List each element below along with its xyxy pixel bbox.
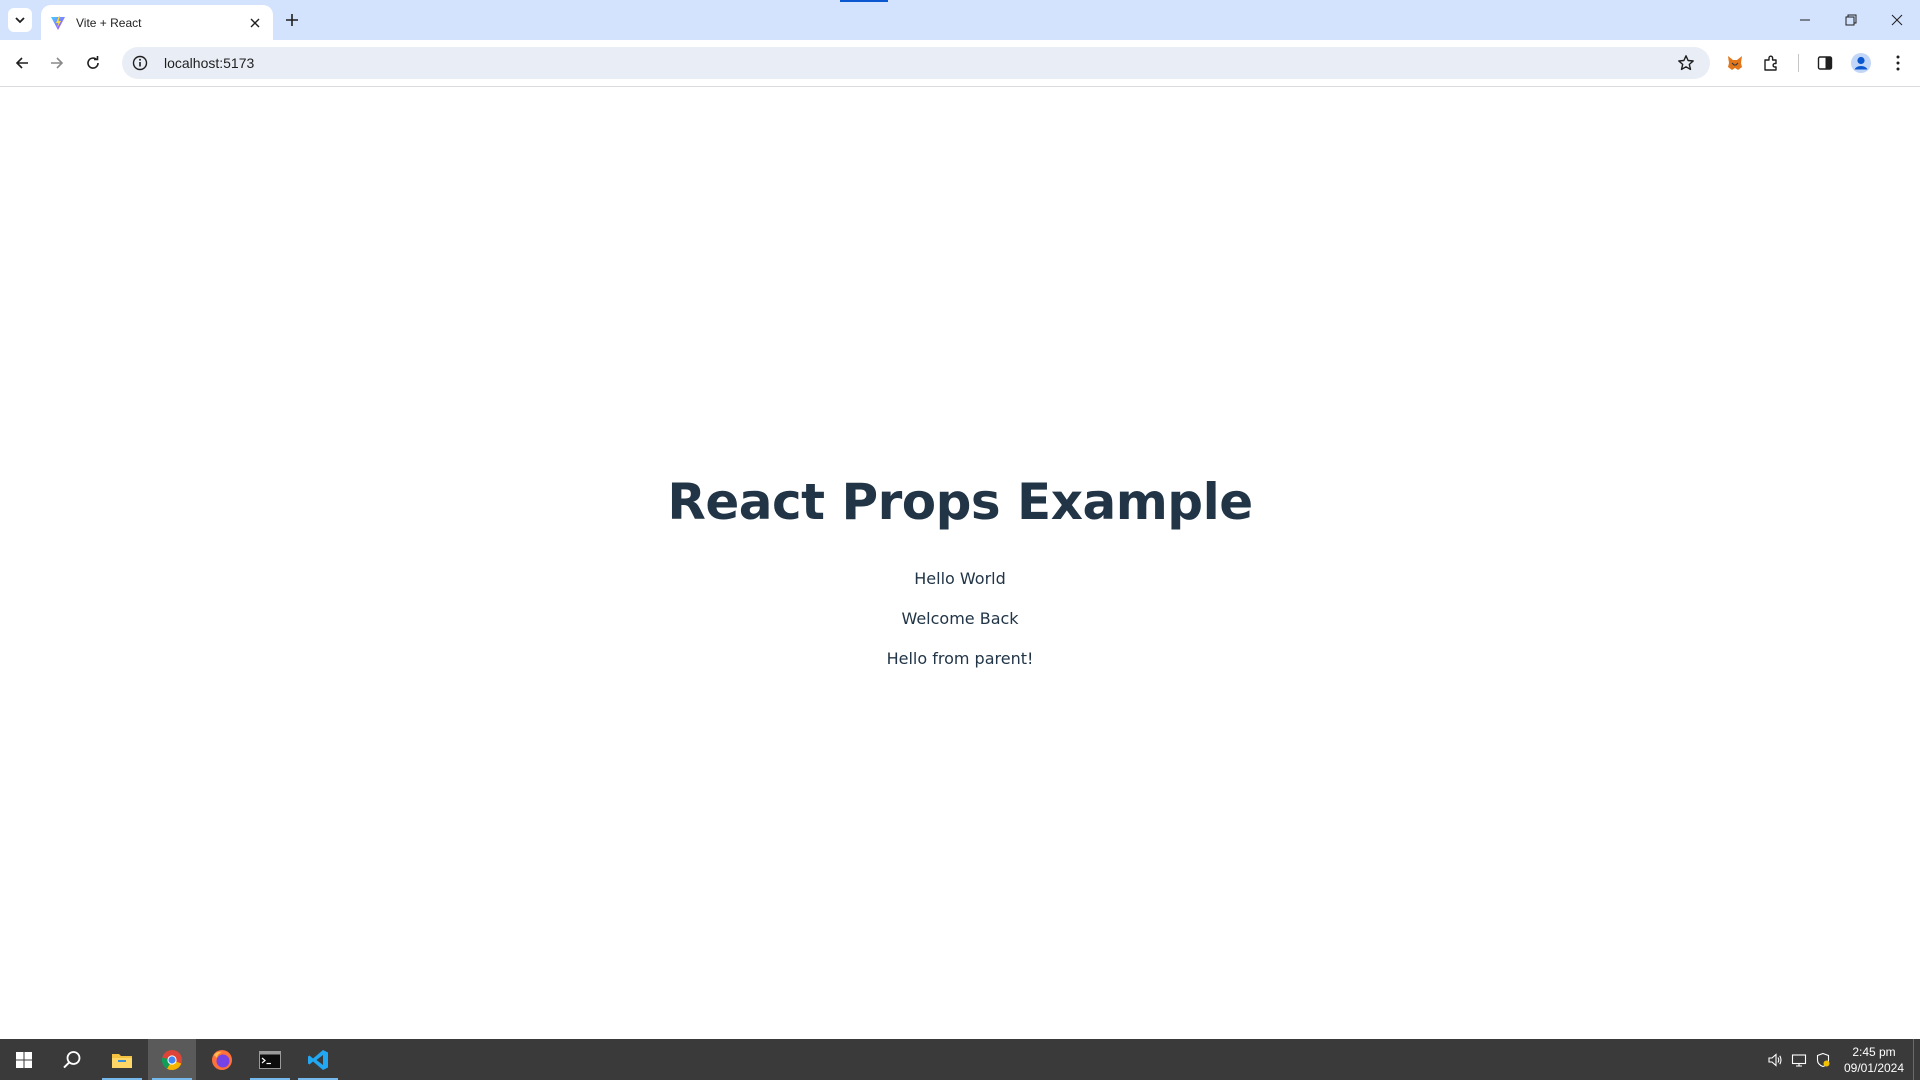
browser-window: Vite + React localhost:5173 React Props … <box>0 0 1920 1080</box>
taskbar-firefox[interactable] <box>198 1039 246 1080</box>
vscode-icon <box>308 1049 328 1070</box>
arrow-left-icon <box>15 57 28 69</box>
reload-icon <box>87 56 99 69</box>
reload-button[interactable] <box>79 49 107 77</box>
terminal-icon <box>259 1050 281 1069</box>
taskbar-search-button[interactable] <box>48 1039 96 1080</box>
profile-avatar-icon[interactable] <box>1847 49 1875 77</box>
more-menu-icon[interactable] <box>1884 49 1912 77</box>
restore-icon <box>1845 14 1857 26</box>
greeting-text-3: Hello from parent! <box>886 649 1034 668</box>
minimize-icon <box>1800 19 1810 21</box>
show-desktop-button[interactable] <box>1913 1039 1920 1080</box>
windows-start-icon <box>16 1051 32 1068</box>
taskbar-chrome[interactable] <box>148 1039 196 1080</box>
taskbar-file-explorer[interactable] <box>98 1039 146 1080</box>
chrome-icon <box>161 1049 182 1070</box>
browser-toolbar: localhost:5173 <box>0 40 1920 87</box>
firefox-icon <box>212 1049 232 1070</box>
taskbar-clock[interactable]: 2:45 pm 09/01/2024 <box>1839 1044 1909 1076</box>
metamask-extension-icon[interactable] <box>1721 49 1749 77</box>
network-icon[interactable] <box>1787 1039 1811 1080</box>
start-button[interactable] <box>0 1039 48 1080</box>
toolbar-separator <box>1798 54 1799 72</box>
tab-vite-react[interactable]: Vite + React <box>41 5 273 40</box>
clock-time: 2:45 pm <box>1852 1044 1896 1059</box>
bookmark-star-icon[interactable] <box>1672 49 1700 77</box>
tab-search-button[interactable] <box>8 8 32 32</box>
clock-date: 09/01/2024 <box>1843 1060 1905 1075</box>
taskbar: 2:45 pm 09/01/2024 <box>0 1039 1920 1080</box>
vite-logo-icon <box>50 15 66 31</box>
page-title: React Props Example <box>667 473 1253 531</box>
window-controls <box>1782 0 1920 40</box>
volume-icon[interactable] <box>1763 1039 1787 1080</box>
close-icon <box>1891 14 1903 26</box>
address-bar[interactable]: localhost:5173 <box>122 47 1710 79</box>
back-button[interactable] <box>8 49 36 77</box>
restore-button[interactable] <box>1828 0 1874 40</box>
side-panel-icon[interactable] <box>1811 49 1839 77</box>
tab-strip: Vite + React <box>0 0 1920 40</box>
url-text: localhost:5173 <box>164 55 255 71</box>
close-window-button[interactable] <box>1874 0 1920 40</box>
chevron-down-icon <box>15 17 25 24</box>
page-viewport: React Props Example Hello World Welcome … <box>0 87 1920 1039</box>
taskbar-terminal[interactable] <box>246 1039 294 1080</box>
folder-icon <box>112 1053 132 1068</box>
close-tab-icon[interactable] <box>245 13 265 33</box>
tab-title: Vite + React <box>76 15 142 30</box>
plus-icon <box>286 14 298 26</box>
loading-indicator <box>840 0 888 2</box>
greeting-text-2: Welcome Back <box>901 609 1019 628</box>
forward-button[interactable] <box>43 49 71 77</box>
security-shield-icon[interactable] <box>1811 1039 1835 1080</box>
system-tray: 2:45 pm 09/01/2024 <box>1763 1039 1920 1080</box>
search-icon <box>63 1050 81 1068</box>
taskbar-vscode[interactable] <box>294 1039 342 1080</box>
greeting-text-1: Hello World <box>914 569 1006 588</box>
arrow-right-icon <box>51 57 64 69</box>
new-tab-button[interactable] <box>280 8 304 32</box>
minimize-button[interactable] <box>1782 0 1828 40</box>
extensions-puzzle-icon[interactable] <box>1757 49 1785 77</box>
site-info-icon[interactable] <box>126 49 154 77</box>
